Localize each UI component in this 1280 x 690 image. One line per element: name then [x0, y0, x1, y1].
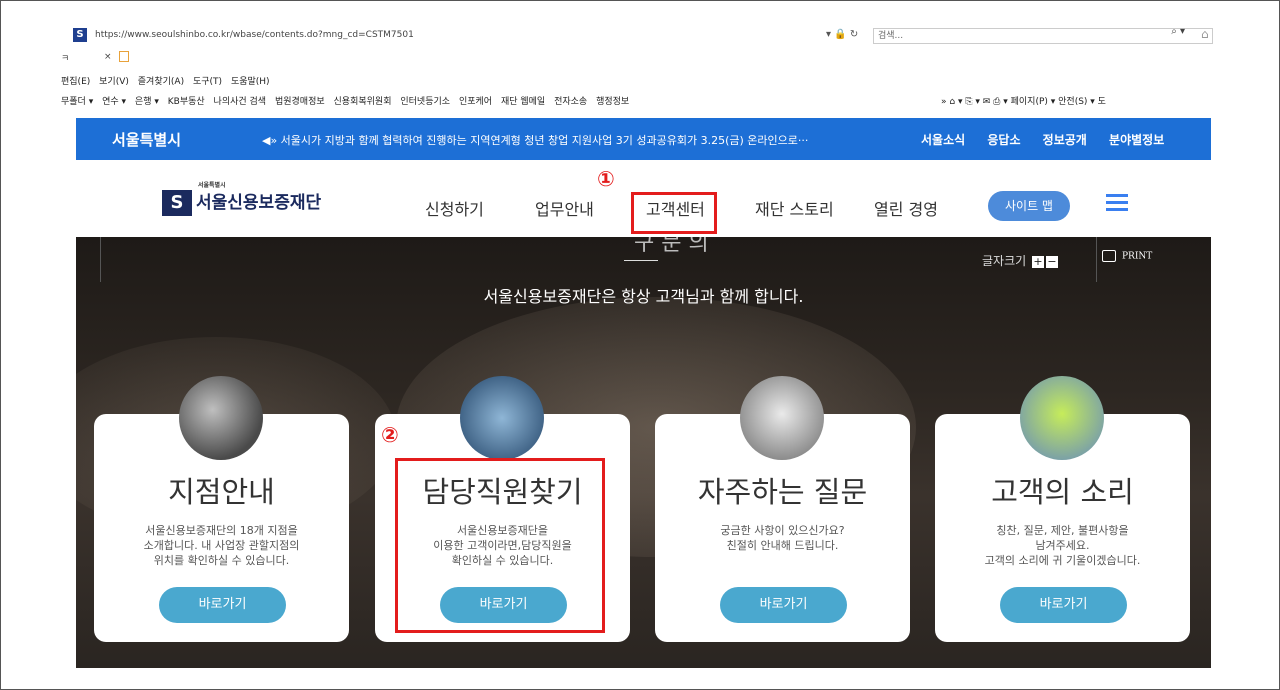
- font-size-control: 글자크기 + −: [982, 252, 1058, 269]
- font-increase-icon[interactable]: +: [1032, 256, 1044, 268]
- link-info-open[interactable]: 정보공개: [1043, 133, 1087, 147]
- nav-business[interactable]: 업무안내: [535, 196, 594, 220]
- heading-underline: [624, 260, 658, 261]
- toolbar-right[interactable]: » ⌂ ▾ ⎘ ▾ ✉ ⎙ ▾ 페이지(P) ▾ 안전(S) ▾ 도: [941, 94, 1106, 107]
- fav-item[interactable]: 무폴더 ▾: [61, 94, 93, 107]
- screenshot-frame: S https://www.seoulshinbo.co.kr/wbase/co…: [0, 0, 1280, 690]
- news-ticker[interactable]: ◀» 서울시가 지방과 함께 협력하여 진행하는 지역연계형 청년 창업 지원사…: [262, 132, 922, 148]
- home-icon[interactable]: ⌂: [1201, 27, 1209, 41]
- sitemap-button[interactable]: 사이트 맵: [988, 191, 1070, 221]
- go-button[interactable]: 바로가기: [1000, 587, 1127, 623]
- new-tab-icon[interactable]: [119, 51, 129, 62]
- go-button[interactable]: 바로가기: [720, 587, 847, 623]
- nav-story[interactable]: 재단 스토리: [755, 196, 834, 220]
- tab-close-icon[interactable]: ×: [104, 52, 112, 62]
- lock-refresh-icon[interactable]: ▾ 🔒 ↻: [826, 29, 858, 40]
- fav-item[interactable]: 전자소송: [554, 94, 587, 107]
- card-faq: 자주하는 질문 궁금한 사항이 있으신가요? 친절히 안내해 드립니다. 바로가…: [655, 376, 910, 642]
- highlight-customer-center: [631, 192, 717, 234]
- network-people-icon: [460, 376, 544, 460]
- card-title: 자주하는 질문: [697, 475, 868, 509]
- card-title: 지점안내: [168, 475, 275, 509]
- menu-edit[interactable]: 편집(E): [61, 77, 90, 87]
- card-desc-line: 고객의 소리에 귀 기울이겠습니다.: [984, 554, 1141, 567]
- fav-item[interactable]: 연수 ▾: [102, 94, 126, 107]
- font-decrease-icon[interactable]: −: [1046, 256, 1058, 268]
- menu-help[interactable]: 도움말(H): [231, 77, 270, 87]
- link-seoul-news[interactable]: 서울소식: [921, 133, 965, 147]
- card-title: 고객의 소리: [991, 475, 1134, 509]
- card-desc: 칭찬, 질문, 제안, 불편사항을 남겨주세요. 고객의 소리에 귀 기울이겠습…: [935, 523, 1190, 568]
- address-bar: S https://www.seoulshinbo.co.kr/wbase/co…: [61, 26, 1213, 46]
- menu-tools[interactable]: 도구(T): [193, 77, 222, 87]
- search-icon[interactable]: ⌕ ▾: [1171, 26, 1185, 37]
- menu-favorites[interactable]: 즐겨찾기(A): [138, 77, 184, 87]
- favorites-bar: 무폴더 ▾ 연수 ▾ 은행 ▾ KB부동산 나의사건 검색 법원경매정보 신용회…: [61, 94, 1211, 108]
- step-2-marker: ②: [381, 423, 399, 447]
- card-desc-line: 궁금한 사항이 있으신가요?: [720, 524, 845, 537]
- card-branch-info: 지점안내 서울신용보증재단의 18개 지점을 소개합니다. 내 사업장 관할지점…: [94, 376, 349, 642]
- hero-section: 구 문 의 서울신용보증재단은 항상 고객님과 함께 합니다. 글자크기 + − …: [76, 237, 1211, 668]
- tab-row: ㅋ ×: [61, 51, 129, 66]
- step-1-marker: ①: [597, 167, 615, 191]
- card-desc: 궁금한 사항이 있으신가요? 친절히 안내해 드립니다.: [655, 523, 910, 553]
- card-customer-voice: 고객의 소리 칭찬, 질문, 제안, 불편사항을 남겨주세요. 고객의 소리에 …: [935, 376, 1190, 642]
- fav-item[interactable]: 재단 웹메일: [501, 94, 545, 107]
- link-field-info[interactable]: 분야별정보: [1109, 133, 1164, 147]
- url-field[interactable]: https://www.seoulshinbo.co.kr/wbase/cont…: [95, 30, 414, 40]
- card-desc-line: 위치를 확인하실 수 있습니다.: [153, 554, 290, 567]
- card-desc-line: 서울신용보증재단의 18개 지점을: [145, 524, 298, 537]
- hero-tagline: 서울신용보증재단은 항상 고객님과 함께 합니다.: [483, 287, 804, 306]
- fav-item[interactable]: 나의사건 검색: [214, 94, 267, 107]
- print-button[interactable]: PRINT: [1102, 250, 1152, 262]
- card-desc-line: 남겨주세요.: [1035, 539, 1090, 552]
- printer-icon: [1102, 250, 1116, 262]
- card-desc: 서울신용보증재단의 18개 지점을 소개합니다. 내 사업장 관할지점의 위치를…: [94, 523, 349, 568]
- brand-mark-icon: S: [162, 190, 192, 216]
- search-input[interactable]: 검색...: [873, 28, 1213, 44]
- seoul-city-bar: 서울특별시 ◀» 서울시가 지방과 함께 협력하여 진행하는 지역연계형 청년 …: [76, 118, 1211, 160]
- branch-photo-icon: [179, 376, 263, 460]
- sticky-note-icon: [1020, 376, 1104, 460]
- go-button[interactable]: 바로가기: [159, 587, 286, 623]
- tab-title[interactable]: ㅋ: [61, 54, 69, 64]
- fav-item[interactable]: 법원경매정보: [275, 94, 325, 107]
- city-links: 서울소식 응답소 정보공개 분야별정보: [921, 131, 1182, 148]
- fav-item[interactable]: 신용회복위원회: [334, 94, 392, 107]
- nav-apply[interactable]: 신청하기: [425, 196, 484, 220]
- highlight-find-staff: [395, 458, 605, 633]
- brand-small: 서울특별시: [198, 182, 226, 189]
- card-desc-line: 칭찬, 질문, 제안, 불편사항을: [996, 524, 1129, 537]
- page-heading: 구 문 의: [634, 237, 709, 256]
- menu-view[interactable]: 보기(V): [99, 77, 129, 87]
- brand-logo[interactable]: 서울특별시 S 서울신용보증재단: [162, 182, 322, 216]
- divider: [1096, 237, 1097, 282]
- fav-item[interactable]: 행정정보: [596, 94, 629, 107]
- site-favicon-icon: S: [73, 28, 87, 42]
- hamburger-menu-icon[interactable]: [1106, 194, 1128, 212]
- seoul-city-logo[interactable]: 서울특별시: [112, 129, 181, 150]
- font-size-label: 글자크기: [982, 254, 1027, 268]
- faq-photo-icon: [740, 376, 824, 460]
- card-desc-line: 소개합니다. 내 사업장 관할지점의: [143, 539, 300, 552]
- nav-open-management[interactable]: 열린 경영: [874, 196, 938, 220]
- divider: [100, 237, 101, 282]
- menu-bar: 편집(E) 보기(V) 즐겨찾기(A) 도구(T) 도움말(H): [61, 74, 276, 87]
- fav-item[interactable]: 인터넷등기소: [400, 94, 450, 107]
- card-desc-line: 친절히 안내해 드립니다.: [726, 539, 839, 552]
- fav-item[interactable]: 은행 ▾: [135, 94, 159, 107]
- fav-item[interactable]: KB부동산: [168, 94, 205, 107]
- link-eungdapso[interactable]: 응답소: [987, 133, 1020, 147]
- fav-item[interactable]: 인포케어: [459, 94, 492, 107]
- brand-name: 서울신용보증재단: [196, 193, 322, 213]
- print-label: PRINT: [1122, 251, 1153, 262]
